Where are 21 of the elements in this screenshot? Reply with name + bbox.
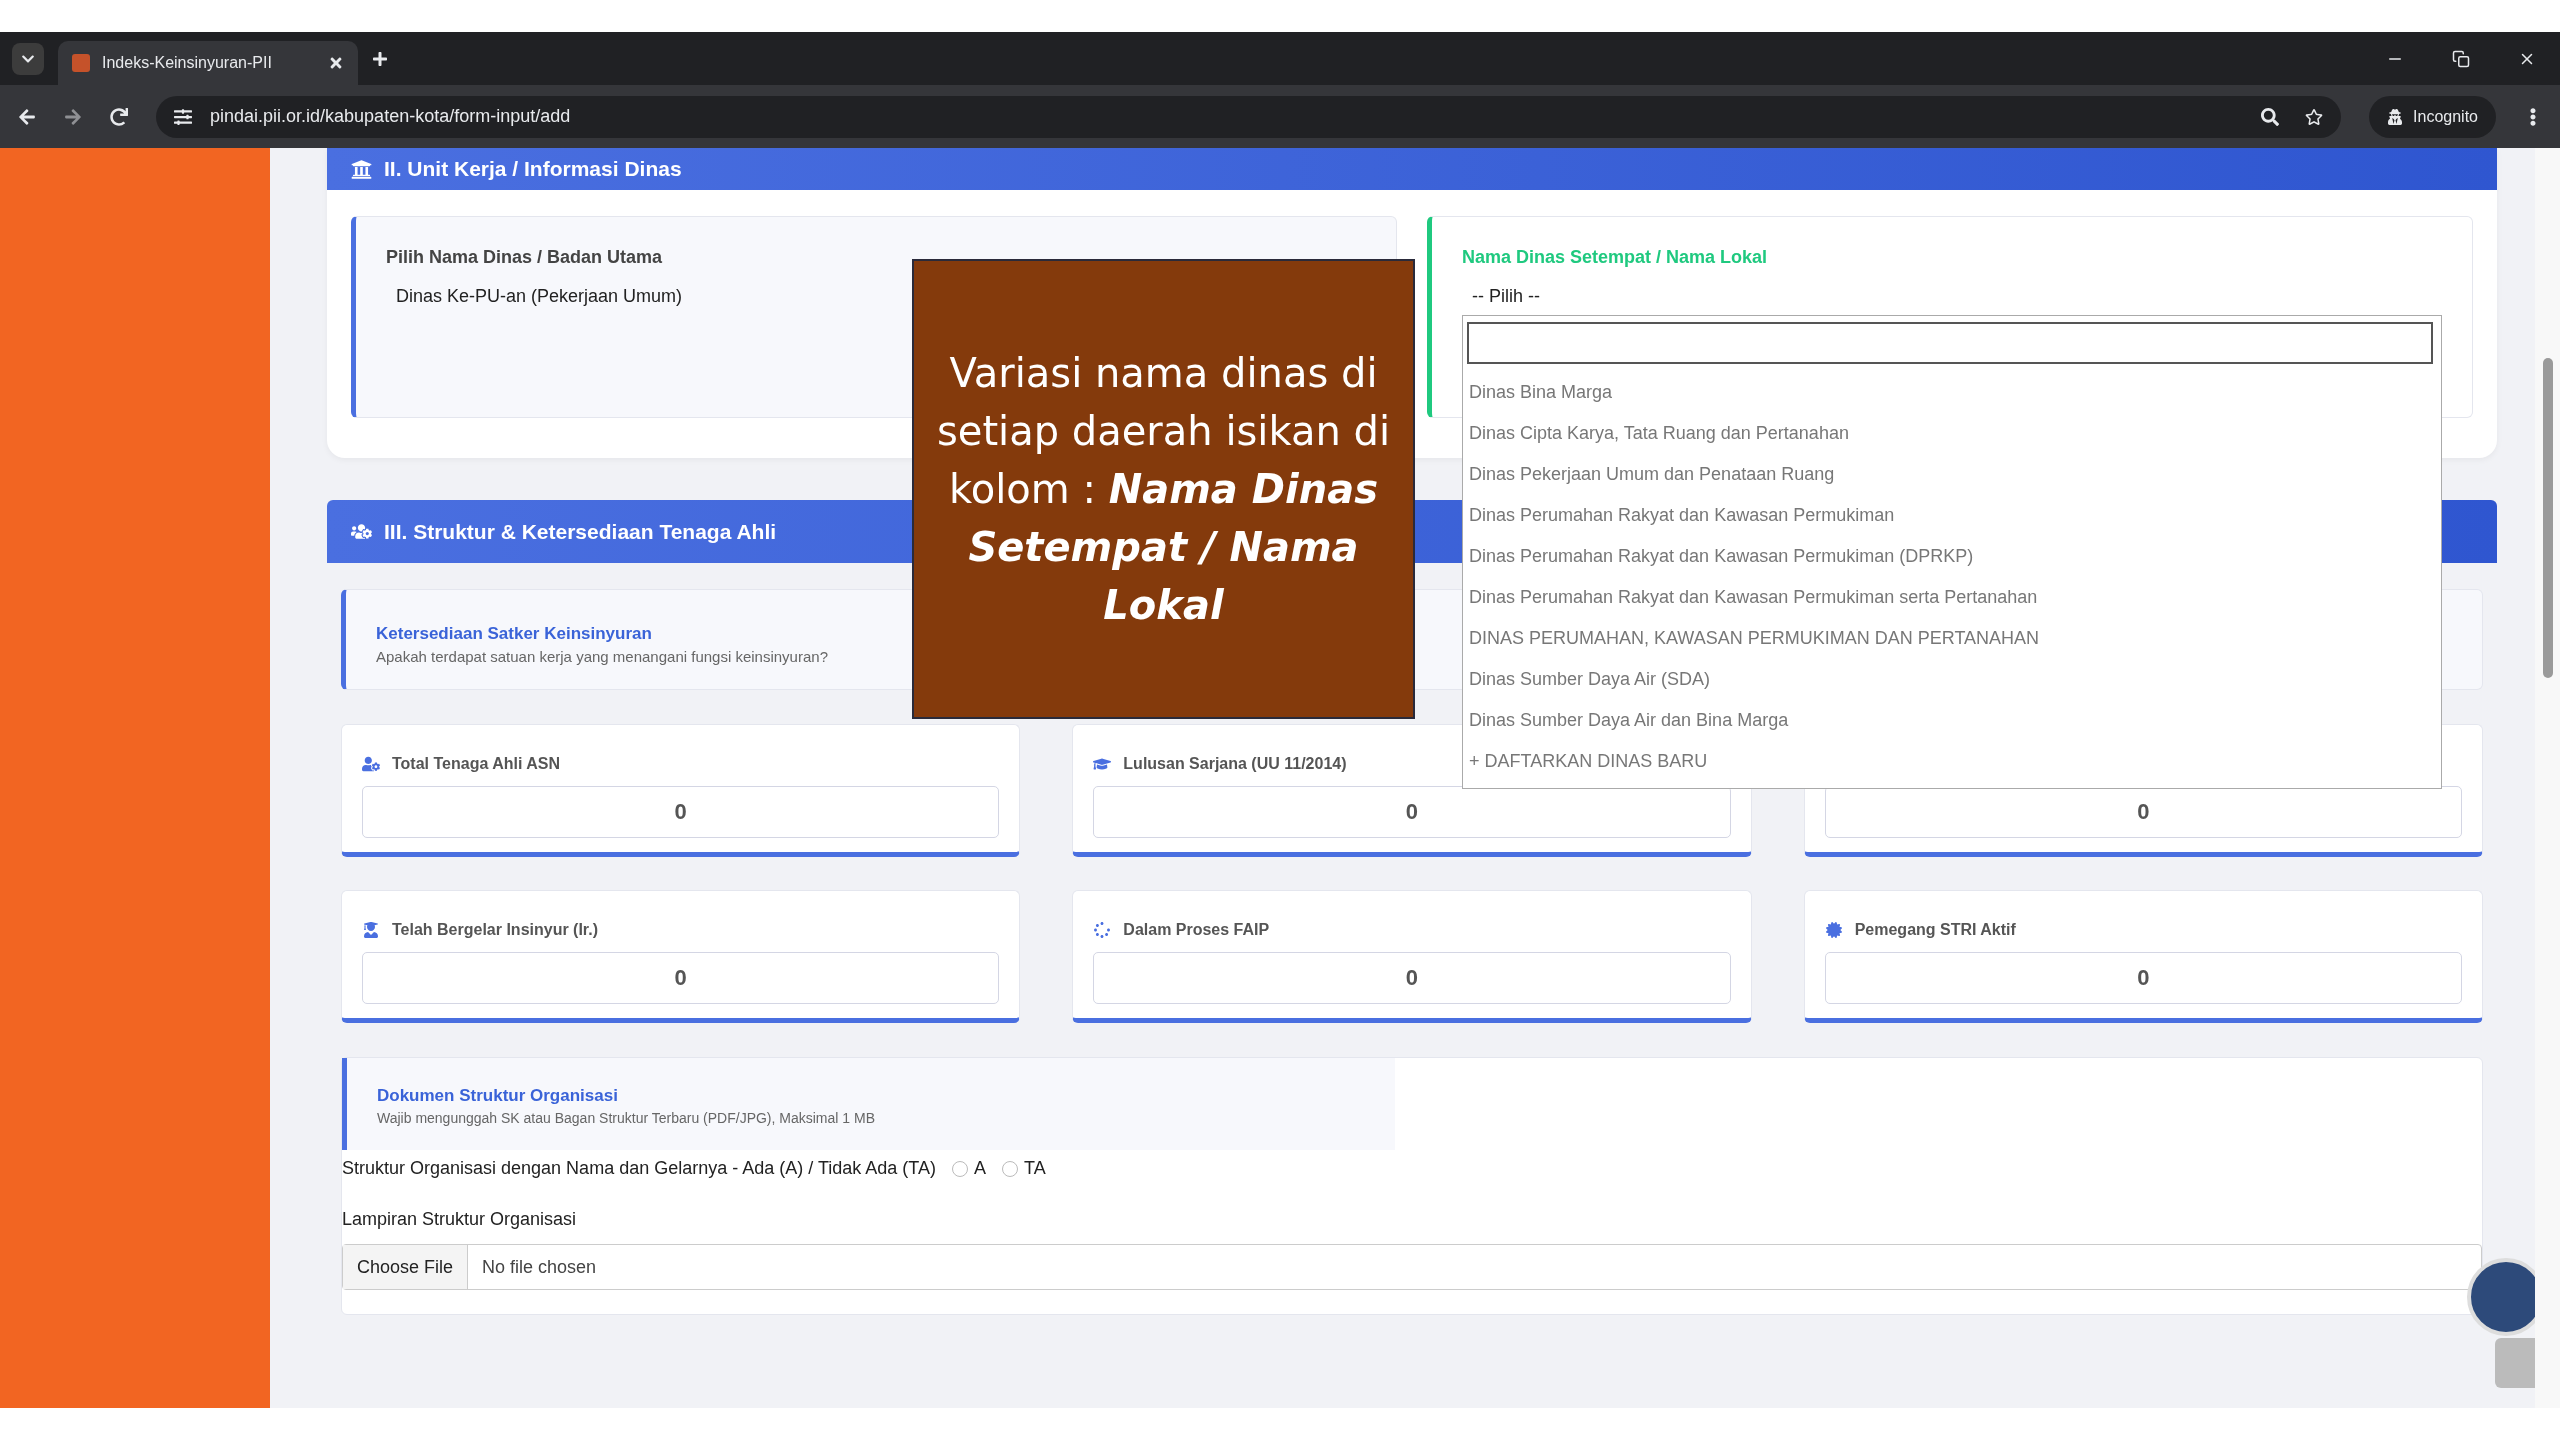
section-title: II. Unit Kerja / Informasi Dinas <box>384 157 682 181</box>
info-subtitle: Apakah terdapat satuan kerja yang menangani fungsi keinsinyuran? <box>376 648 828 665</box>
section-title: III. Struktur & Ketersediaan Tenaga Ahli <box>384 519 777 544</box>
field-label: Nama Dinas Setempat / Nama Lokal <box>1462 247 1769 268</box>
stat-label: Pemegang STRI Aktif <box>1854 921 2016 940</box>
radio-label: A <box>973 1158 986 1179</box>
stat-label: Telah Bergelar Insinyur (Ir.) <box>392 921 598 940</box>
stat-label: Lulusan Sarjana (UU 11/2014) <box>1123 755 1347 774</box>
file-status: No file chosen <box>481 1256 597 1278</box>
info-title: Ketersediaan Satker Keinsinyuran <box>376 624 652 644</box>
tab-title: Indeks-Keinsinyuran-PII <box>102 54 272 72</box>
stat-label: Dalam Proses FAIP <box>1123 921 1270 940</box>
field-label: Lampiran Struktur Organisasi <box>342 1209 577 1230</box>
radio-label: TA <box>1023 1158 1046 1179</box>
url-text: pindai.pii.or.id/kabupaten-kota/form-input/add <box>210 106 571 127</box>
field-label: Pilih Nama Dinas / Badan Utama <box>386 247 664 268</box>
stat-label: Total Tenaga Ahli ASN <box>392 755 560 774</box>
info-subtitle: Wajib mengunggah SK atau Bagan Struktur Terbaru (PDF/JPG), Maksimal 1 MB <box>377 1110 875 1126</box>
annotation-tooltip: Variasi nama dinas di setiap daerah isikan di kolom : Nama Dinas Setempat / Nama Lokal <box>912 259 1415 719</box>
info-title: Dokumen Struktur Organisasi <box>377 1086 618 1106</box>
question-text: Struktur Organisasi dengan Nama dan Gelarnya - Ada (A) / Tidak Ada (TA) <box>342 1158 936 1179</box>
